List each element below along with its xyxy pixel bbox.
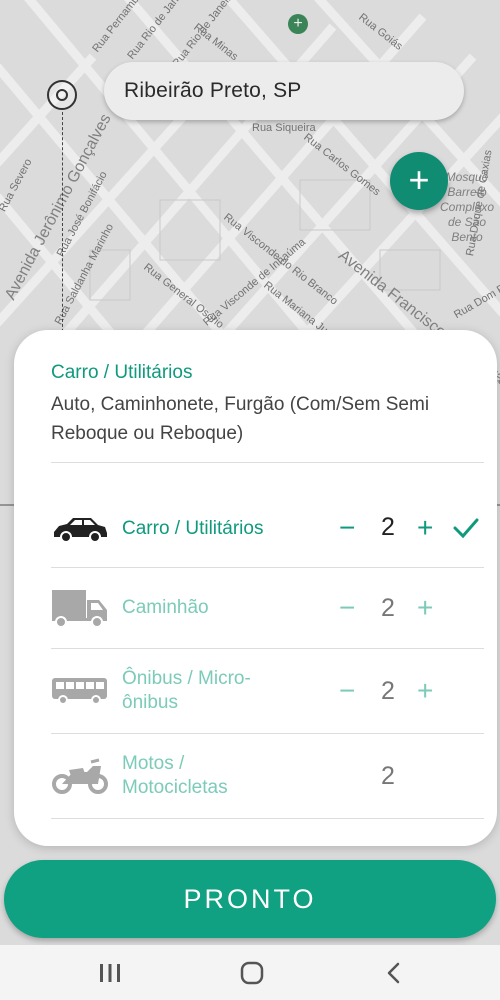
vehicle-label: Carro / Utilitários: [122, 518, 264, 539]
sheet-description: Auto, Caminhonete, Furgão (Com/Sem Semi …: [51, 394, 430, 444]
quantity-value: 2: [381, 677, 395, 705]
vehicle-row-truck[interactable]: Caminhão − 2 +: [14, 568, 497, 648]
decrease-button[interactable]: −: [339, 594, 355, 622]
vehicle-label: Caminhão: [122, 597, 209, 618]
vehicle-row-bus[interactable]: Ônibus / Micro-ônibus − 2 +: [14, 649, 497, 733]
done-button[interactable]: PRONTO: [4, 860, 496, 938]
increase-button[interactable]: +: [417, 514, 433, 542]
motorcycle-icon: [52, 758, 108, 794]
vehicle-label: Motos / Motocicletas: [122, 753, 228, 798]
truck-icon: [52, 590, 107, 628]
quantity-value: 2: [381, 513, 395, 541]
back-button[interactable]: [364, 945, 424, 1000]
divider: [51, 818, 484, 819]
sheet-title: Carro / Utilitários: [51, 362, 193, 383]
home-button[interactable]: [222, 945, 282, 1000]
vehicle-selection-sheet: Carro / Utilitários Auto, Caminhonete, F…: [14, 330, 497, 846]
decrease-button[interactable]: −: [339, 514, 355, 542]
add-stop-button[interactable]: +: [390, 152, 448, 210]
location-search-value: Ribeirão Preto, SP: [124, 79, 302, 102]
recents-button[interactable]: [80, 945, 140, 1000]
recents-icon: [100, 963, 120, 982]
increase-button[interactable]: +: [417, 677, 433, 705]
check-icon[interactable]: [452, 516, 480, 540]
quantity-value: 2: [381, 762, 395, 790]
vehicle-row-motorcycle[interactable]: Motos / Motocicletas 2: [14, 734, 497, 818]
home-icon: [240, 961, 264, 984]
increase-button[interactable]: +: [417, 594, 433, 622]
origin-target-icon[interactable]: [47, 80, 77, 110]
vehicle-row-car[interactable]: Carro / Utilitários − 2 +: [14, 490, 497, 568]
divider: [51, 462, 484, 463]
system-nav-bar: [0, 945, 500, 1000]
route-line: [62, 112, 63, 342]
car-icon: [54, 518, 107, 543]
quantity-value: 2: [381, 594, 395, 622]
vehicle-label: Ônibus / Micro-ônibus: [122, 668, 251, 713]
decrease-button[interactable]: −: [339, 677, 355, 705]
bus-icon: [52, 678, 107, 705]
back-icon: [387, 962, 400, 983]
location-search-field[interactable]: Ribeirão Preto, SP: [104, 62, 464, 120]
